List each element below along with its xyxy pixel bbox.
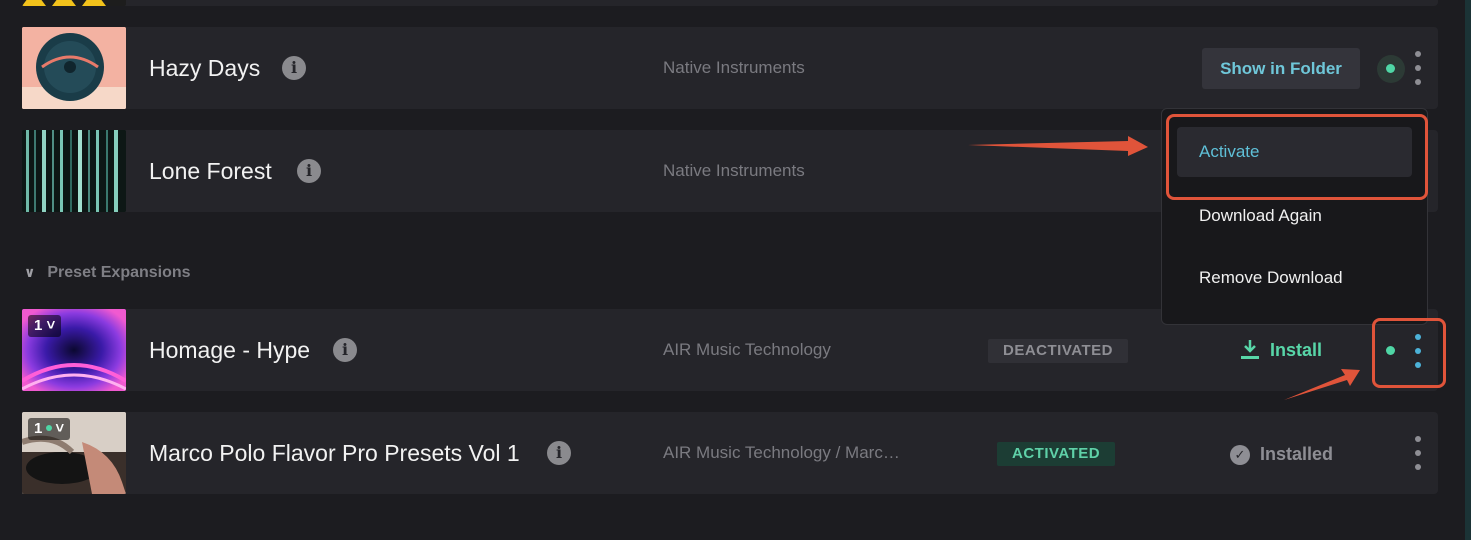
product-thumbnail (22, 0, 126, 6)
expansion-row-marco-polo[interactable]: 1 ˅ Marco Polo Flavor Pro Presets Vol 1 i… (22, 412, 1438, 494)
download-icon (1241, 340, 1259, 359)
status-badge: ACTIVATED (997, 442, 1116, 466)
install-label: Install (1270, 340, 1323, 360)
product-thumbnail (22, 27, 126, 109)
product-thumbnail: 1 ˅ (22, 309, 126, 391)
product-row-hazy-days[interactable]: Hazy Days i Native Instruments Show in F… (22, 27, 1438, 109)
status-badge: DEACTIVATED (988, 339, 1128, 363)
version-count: 1 (34, 317, 43, 334)
annotation-highlight-activate (1166, 114, 1428, 200)
info-icon[interactable]: i (333, 338, 357, 362)
info-icon[interactable]: i (297, 159, 321, 183)
annotation-highlight-kebab (1372, 318, 1446, 388)
version-count-badge[interactable]: 1 ˅ (28, 315, 62, 337)
scrollbar-thumb[interactable] (1465, 0, 1471, 540)
product-vendor: AIR Music Technology / Marc… (663, 443, 900, 462)
chevron-down-icon: ˅ (46, 317, 56, 334)
product-vendor: Native Instruments (663, 58, 805, 77)
product-title: Homage - Hype (149, 337, 311, 363)
product-title: Hazy Days (149, 55, 261, 81)
version-count-badge[interactable]: 1 ˅ (28, 418, 71, 440)
more-options-icon[interactable] (1410, 436, 1426, 470)
info-icon[interactable]: i (282, 56, 306, 80)
section-label: Preset Expansions (47, 264, 191, 281)
product-thumbnail (22, 130, 126, 212)
chevron-down-icon: ˅ (55, 420, 65, 437)
info-icon[interactable]: i (547, 441, 571, 465)
installed-status: ✓ Installed (1230, 441, 1333, 467)
product-vendor: Native Instruments (663, 161, 805, 180)
product-title: Lone Forest (149, 158, 272, 184)
product-row-partial (22, 0, 1438, 6)
product-thumbnail: 1 ˅ (22, 412, 126, 494)
product-title: Marco Polo Flavor Pro Presets Vol 1 (149, 440, 520, 466)
install-button[interactable]: Install (1240, 337, 1322, 363)
product-vendor: AIR Music Technology (663, 340, 831, 359)
show-in-folder-button[interactable]: Show in Folder (1202, 48, 1360, 89)
status-dot-icon (46, 425, 53, 432)
installed-label: Installed (1260, 444, 1334, 464)
section-header-preset-expansions[interactable]: ∨ Preset Expansions (24, 258, 191, 286)
check-circle-icon: ✓ (1230, 445, 1250, 466)
status-dot-icon (1386, 64, 1395, 73)
status-indicator (1377, 55, 1405, 83)
more-options-icon[interactable] (1410, 51, 1426, 85)
menu-item-remove-download[interactable]: Remove Download (1177, 253, 1412, 303)
chevron-down-icon: ∨ (24, 264, 36, 280)
version-count: 1 (34, 420, 43, 437)
